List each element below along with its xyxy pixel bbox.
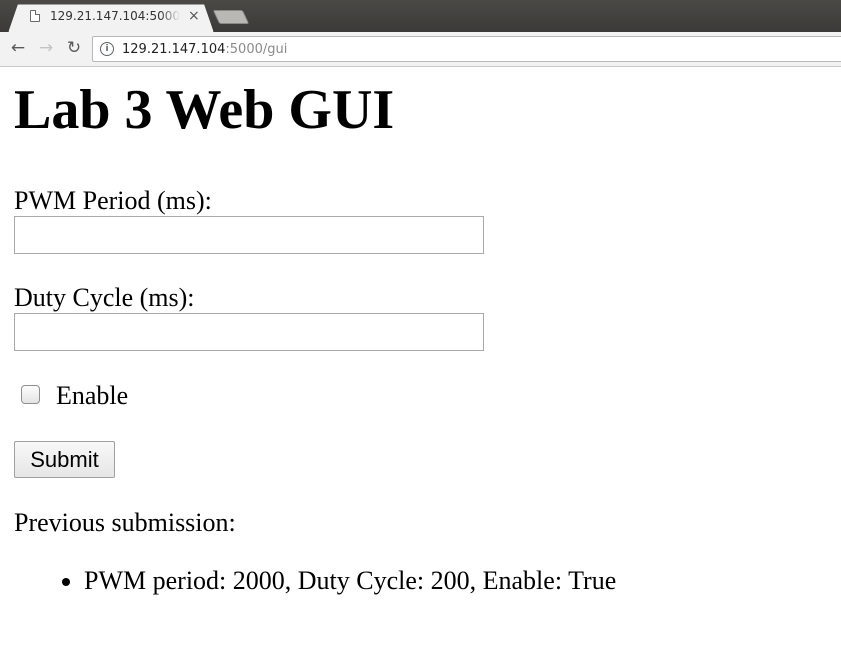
tab-strip: 129.21.147.104:5000/gui × — [0, 0, 841, 32]
submit-button[interactable]: Submit — [14, 441, 115, 478]
enable-label: Enable — [56, 381, 129, 410]
back-icon[interactable]: ← — [8, 38, 28, 58]
enable-checkbox[interactable] — [21, 385, 40, 404]
address-bar[interactable]: i 129.21.147.104:5000/gui — [92, 36, 841, 62]
browser-toolbar: ← → ↻ i 129.21.147.104:5000/gui — [0, 32, 841, 67]
page-title: Lab 3 Web GUI — [14, 79, 395, 141]
pwm-period-input[interactable] — [14, 216, 484, 254]
reload-icon[interactable]: ↻ — [64, 38, 84, 58]
page-content: Lab 3 Web GUI PWM Period (ms): Duty Cycl… — [0, 68, 841, 653]
forward-icon[interactable]: → — [36, 38, 56, 58]
page-icon — [30, 10, 40, 22]
list-item: PWM period: 2000, Duty Cycle: 200, Enabl… — [84, 568, 616, 594]
previous-submission-list: PWM period: 2000, Duty Cycle: 200, Enabl… — [0, 568, 616, 594]
duty-cycle-input[interactable] — [14, 313, 484, 351]
new-tab-button[interactable] — [212, 10, 250, 24]
previous-submission-heading: Previous submission: — [14, 508, 236, 537]
browser-tab-content: 129.21.147.104:5000/gui × — [18, 4, 218, 28]
close-tab-icon[interactable]: × — [188, 8, 200, 24]
duty-cycle-label: Duty Cycle (ms): — [14, 283, 195, 312]
url-path: :5000/gui — [225, 41, 288, 57]
url-host: 129.21.147.104 — [122, 41, 226, 57]
pwm-period-label: PWM Period (ms): — [14, 186, 212, 215]
url-text[interactable]: 129.21.147.104:5000/gui — [122, 42, 287, 57]
info-icon[interactable]: i — [100, 42, 114, 56]
tab-title[interactable]: 129.21.147.104:5000/gui — [50, 9, 180, 23]
